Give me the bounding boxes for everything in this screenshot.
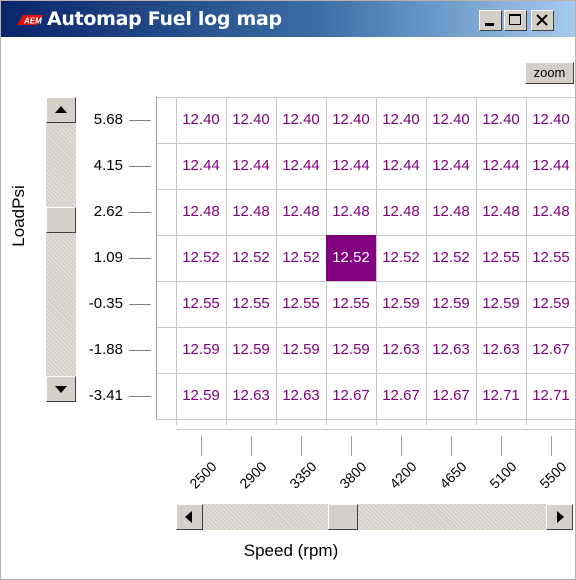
table-cell[interactable]: 12.40 [326, 97, 376, 143]
table-cell[interactable]: 12.52 [176, 235, 226, 281]
table-cell[interactable]: 12.71 [476, 373, 526, 419]
table-cell[interactable]: 12.63 [476, 327, 526, 373]
table-cell[interactable]: 12.48 [276, 189, 326, 235]
table-cell[interactable]: 12.48 [476, 189, 526, 235]
y-tick-label: -0.35 [88, 295, 123, 312]
table-cell[interactable]: 12.44 [476, 143, 526, 189]
table-cell[interactable]: 12.59 [526, 281, 576, 327]
table-cell[interactable]: 12.63 [426, 327, 476, 373]
table-cell[interactable]: 12.67 [426, 373, 476, 419]
table-cell[interactable]: 12.63 [276, 373, 326, 419]
table-cell-selected[interactable]: 12.52 [326, 235, 376, 281]
table-cell[interactable]: 12.40 [226, 97, 276, 143]
y-tick-label: 2.62 [93, 203, 123, 220]
table-cell[interactable]: 12.55 [476, 235, 526, 281]
table-cell[interactable]: 12.44 [176, 143, 226, 189]
table-cell[interactable]: 12.48 [526, 189, 576, 235]
table-cell[interactable]: 12.71 [526, 373, 576, 419]
table-cell[interactable]: 12.40 [376, 97, 426, 143]
scroll-left-button[interactable] [176, 504, 203, 530]
table-cell[interactable]: 12.40 [526, 97, 576, 143]
y-tick-label: 5.68 [93, 111, 123, 128]
table-cell[interactable]: 12.63 [376, 327, 426, 373]
table-cell[interactable]: 12.40 [476, 97, 526, 143]
table-cell[interactable]: 12.52 [276, 235, 326, 281]
table-cell[interactable]: 12.59 [426, 281, 476, 327]
table-cell[interactable]: 12.48 [176, 189, 226, 235]
y-tick-label: -3.41 [88, 387, 123, 404]
table-cell[interactable]: 12.63 [226, 373, 276, 419]
table-cell[interactable]: 12.67 [326, 373, 376, 419]
table-cell[interactable]: 12.52 [376, 235, 426, 281]
horizontal-scroll-thumb[interactable] [328, 504, 358, 530]
table-cell[interactable]: 12.52 [226, 235, 276, 281]
table-cell[interactable]: 12.44 [526, 143, 576, 189]
arrow-left-icon [185, 511, 192, 523]
table-cell[interactable]: 12.55 [276, 281, 326, 327]
horizontal-scrollbar[interactable] [176, 504, 573, 530]
table-cell[interactable]: 12.48 [376, 189, 426, 235]
table-cell[interactable]: 12.59 [176, 327, 226, 373]
scroll-right-button[interactable] [546, 504, 573, 530]
table-cell[interactable]: 12.48 [426, 189, 476, 235]
table-cell[interactable]: 12.48 [226, 189, 276, 235]
table-cell[interactable]: 12.59 [376, 281, 426, 327]
table-cell[interactable]: 12.55 [176, 281, 226, 327]
table-cell[interactable]: 12.40 [426, 97, 476, 143]
arrow-right-icon [557, 511, 564, 523]
table-cell[interactable]: 12.40 [176, 97, 226, 143]
table-cell[interactable]: 12.40 [276, 97, 326, 143]
table-cell[interactable]: 12.48 [326, 189, 376, 235]
table-cell[interactable]: 12.59 [226, 327, 276, 373]
x-axis-label: Speed (rpm) [243, 541, 339, 560]
table-cell[interactable]: 12.67 [526, 327, 576, 373]
table-cell[interactable]: 12.59 [176, 373, 226, 419]
y-tick-label: -1.88 [88, 341, 123, 358]
table-cell[interactable]: 12.59 [276, 327, 326, 373]
table-cell[interactable]: 12.67 [376, 373, 426, 419]
y-tick-label: 4.15 [93, 157, 123, 174]
table-cell[interactable]: 12.44 [376, 143, 426, 189]
table-cell[interactable]: 12.55 [226, 281, 276, 327]
table-cell[interactable]: 12.55 [526, 235, 576, 281]
table-cell[interactable]: 12.52 [426, 235, 476, 281]
fuel-log-map-window: AEM Automap Fuel log map zoom LoadPsi 5.… [0, 0, 576, 580]
table-cell[interactable]: 12.44 [426, 143, 476, 189]
y-tick-label: 1.09 [93, 249, 123, 266]
table-cell[interactable]: 12.55 [326, 281, 376, 327]
table-cell[interactable]: 12.44 [276, 143, 326, 189]
table-cell[interactable]: 12.44 [226, 143, 276, 189]
table-cell[interactable]: 12.44 [326, 143, 376, 189]
table-cell[interactable]: 12.59 [476, 281, 526, 327]
table-cell[interactable]: 12.59 [326, 327, 376, 373]
